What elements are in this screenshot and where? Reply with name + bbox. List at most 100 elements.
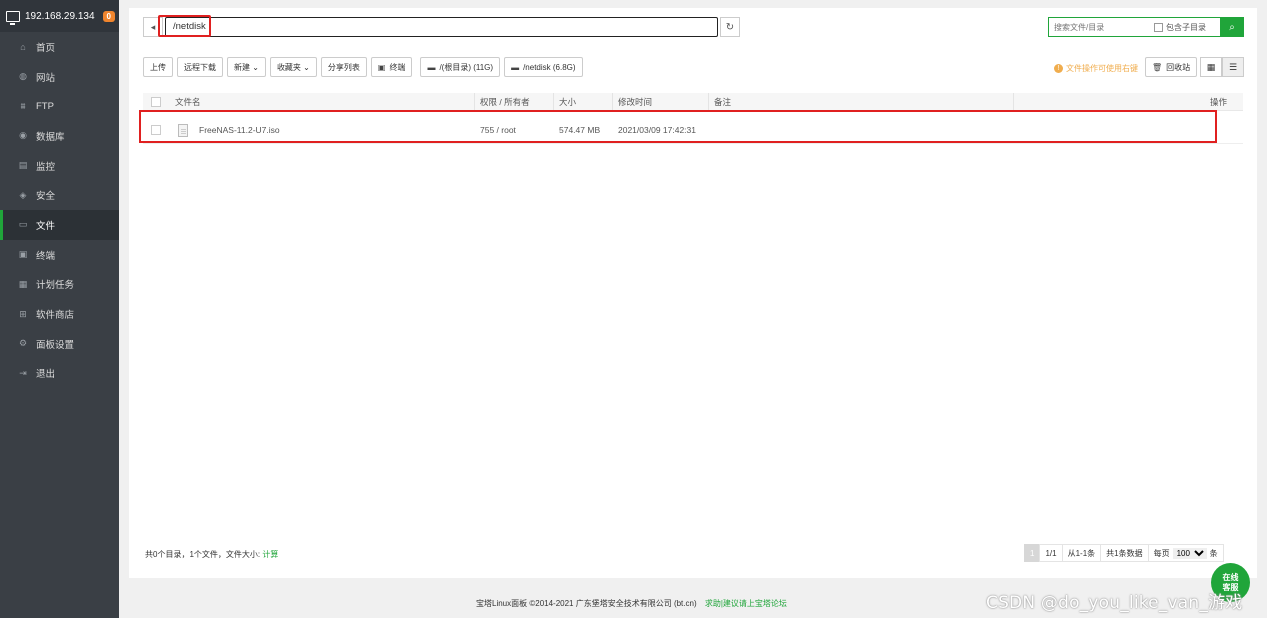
sidebar-item-label: 监控 xyxy=(36,161,56,173)
sidebar-item-label: 面板设置 xyxy=(36,339,75,351)
new-button[interactable]: 新建 ⌄ xyxy=(227,57,266,77)
share-list-button[interactable]: 分享列表 xyxy=(320,57,367,77)
online-line1: 在线 xyxy=(1222,572,1239,582)
right-click-tip: ! 文件操作可使用右键 xyxy=(1054,63,1138,74)
copyright: 宝塔Linux面板 ©2014-2021 广东堡塔安全技术有限公司 (bt.cn… xyxy=(476,598,787,609)
grid-view-button[interactable]: ▦ xyxy=(1200,57,1222,77)
trash-icon: 🗑 xyxy=(1152,62,1163,72)
refresh-button[interactable]: ↻ xyxy=(720,17,740,37)
terminal-icon: ▣ xyxy=(18,249,28,260)
page-count: 1/1 xyxy=(1039,544,1063,562)
sidebar-item-label: 数据库 xyxy=(36,131,65,143)
include-subdir-label: 包含子目录 xyxy=(1166,22,1206,32)
disk-root-button[interactable]: ▬/(根目录) (11G) xyxy=(420,57,501,77)
select-all-checkbox[interactable] xyxy=(151,96,161,107)
sidebar-item-label: 网站 xyxy=(36,72,56,84)
list-icon: ☰ xyxy=(1228,61,1238,72)
sidebar-item[interactable]: ◍ 网站 xyxy=(0,62,119,92)
disk-icon: ▬ xyxy=(511,62,520,72)
remote-download-button[interactable]: 远程下载 xyxy=(177,57,223,77)
highlight-box-row xyxy=(139,110,1217,143)
tip-text: 文件操作可使用右键 xyxy=(1066,64,1138,73)
info-icon: ! xyxy=(1054,64,1063,73)
recycle-label: 回收站 xyxy=(1166,62,1191,72)
sidebar-item-label: 计划任务 xyxy=(36,280,75,292)
sidebar-item[interactable]: ◈ 安全 xyxy=(0,180,119,210)
grid-icon: ▦ xyxy=(1206,61,1216,72)
include-subdir-checkbox[interactable] xyxy=(1154,22,1163,32)
pagination: 1 1/1 从1-1条 共1条数据 每页 100 条 xyxy=(1024,544,1224,562)
col-perm[interactable]: 权限 / 所有者 xyxy=(474,93,530,110)
per-page-unit: 条 xyxy=(1209,548,1218,558)
recycle-bin-button[interactable]: 🗑 回收站 xyxy=(1145,57,1198,77)
server-header: 192.168.29.134 0 xyxy=(0,0,119,32)
col-mtime[interactable]: 修改时间 xyxy=(612,93,652,110)
per-page-label: 每页 xyxy=(1153,548,1170,558)
highlight-box-path xyxy=(158,15,211,37)
monitor-icon: ▤ xyxy=(18,160,28,171)
path-input[interactable]: /netdisk xyxy=(165,17,718,37)
disk-icon: ▬ xyxy=(427,62,436,72)
calendar-icon: ▦ xyxy=(18,278,28,289)
gear-icon: ⚙ xyxy=(18,338,28,349)
calc-size-link[interactable]: 计算 xyxy=(262,550,278,559)
col-size[interactable]: 大小 xyxy=(553,93,576,110)
sidebar-item-label: FTP xyxy=(36,100,54,112)
sidebar-item-label: 终端 xyxy=(36,250,56,262)
sidebar-item[interactable]: ▣ 终端 xyxy=(0,240,119,270)
per-page-select[interactable]: 100 xyxy=(1172,547,1207,559)
col-name[interactable]: 文件名 xyxy=(175,93,201,110)
globe-icon: ◍ xyxy=(19,71,27,82)
disk-netdisk-label: /netdisk (6.8G) xyxy=(523,62,576,72)
shield-icon: ◈ xyxy=(19,189,27,200)
search-input[interactable] xyxy=(1049,22,1154,32)
favorites-label: 收藏夹 xyxy=(276,62,301,72)
copyright-text: 宝塔Linux面板 ©2014-2021 广东堡塔安全技术有限公司 (bt.cn… xyxy=(476,599,697,608)
page-total: 共1条数据 xyxy=(1100,544,1149,562)
select-all-cell xyxy=(151,93,161,110)
view-toggle: ▦ ☰ xyxy=(1200,57,1244,77)
sidebar-item[interactable]: ▤ 监控 xyxy=(0,151,119,181)
col-note: 备注 xyxy=(708,93,731,110)
search-button[interactable]: ⌕ xyxy=(1220,17,1244,37)
disk-root-label: /(根目录) (11G) xyxy=(439,62,494,72)
database-icon: ◉ xyxy=(19,130,27,141)
page-range: 从1-1条 xyxy=(1061,544,1102,562)
sidebar-item[interactable]: ◉ 数据库 xyxy=(0,121,119,151)
watermark: CSDN @do_you_like_van_游戏 xyxy=(986,593,1243,613)
sidebar-item-label: 首页 xyxy=(36,42,56,54)
toolbar: 上传 远程下载 新建 ⌄ 收藏夹 ⌄ 分享列表 ▣ 终端 ▬/(根目录) (11G… xyxy=(143,57,583,77)
summary: 共0个目录，1个文件，文件大小: 计算 xyxy=(145,549,278,560)
home-icon: ⌂ xyxy=(20,41,26,52)
notification-badge[interactable]: 0 xyxy=(102,10,115,22)
sidebar-item[interactable]: ⩩ FTP xyxy=(0,91,119,121)
favorites-button[interactable]: 收藏夹 ⌄ xyxy=(269,57,317,77)
terminal-icon: ▣ xyxy=(377,62,386,72)
list-view-button[interactable]: ☰ xyxy=(1222,57,1244,77)
page-current[interactable]: 1 xyxy=(1024,544,1041,562)
sidebar-item[interactable]: ⌂ 首页 xyxy=(0,32,119,62)
sidebar-item-label: 文件 xyxy=(36,220,56,232)
grid-icon: ⊞ xyxy=(19,308,27,319)
chevron-down-icon: ⌄ xyxy=(300,62,310,72)
upload-button[interactable]: 上传 xyxy=(143,57,173,77)
sidebar-item-label: 安全 xyxy=(36,191,56,203)
search-icon: ⌕ xyxy=(1229,21,1235,33)
new-label: 新建 xyxy=(234,62,250,72)
sidebar-item[interactable]: ▦ 计划任务 xyxy=(0,270,119,300)
summary-text: 共0个目录，1个文件，文件大小: xyxy=(145,550,261,559)
chevron-down-icon: ⌄ xyxy=(250,62,259,72)
terminal-label: 终端 xyxy=(389,62,406,72)
arrow-left-icon: ◂ xyxy=(150,21,156,32)
disk-netdisk-button[interactable]: ▬/netdisk (6.8G) xyxy=(504,57,583,77)
refresh-icon: ↻ xyxy=(725,21,735,33)
col-divider xyxy=(1013,93,1014,110)
server-ip: 192.168.29.134 xyxy=(25,10,95,22)
sidebar-item[interactable]: ▭ 文件 xyxy=(0,210,119,240)
sidebar-item[interactable]: ⊞ 软件商店 xyxy=(0,299,119,329)
search-box: 包含子目录 ⌕ xyxy=(1048,17,1244,37)
forum-link[interactable]: 求助|建议请上宝塔论坛 xyxy=(705,599,787,608)
sidebar-item[interactable]: ⚙ 面板设置 xyxy=(0,329,119,359)
terminal-button[interactable]: ▣ 终端 xyxy=(370,57,413,77)
sidebar-item[interactable]: ⇥ 退出 xyxy=(0,359,119,389)
